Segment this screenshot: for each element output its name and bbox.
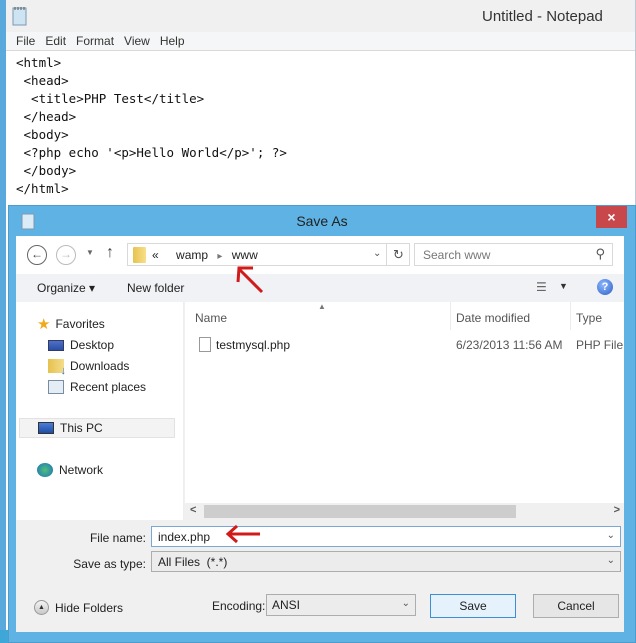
notepad-menu-bar: File Edit Format View Help	[6, 32, 635, 51]
help-icon[interactable]: ?	[597, 279, 613, 295]
menu-view[interactable]: View	[124, 32, 150, 50]
file-name-value: index.php	[158, 530, 211, 544]
chevron-down-icon[interactable]: ⌄	[607, 530, 615, 541]
nav-this-pc[interactable]: This PC	[19, 418, 175, 438]
notepad-icon	[12, 7, 27, 26]
save-as-type-label: Save as type:	[73, 557, 146, 571]
organize-button[interactable]: Organize ▾	[37, 281, 95, 295]
breadcrumb-separator-icon[interactable]: ▸	[217, 251, 222, 262]
nav-desktop-label: Desktop	[70, 338, 115, 352]
encoding-label: Encoding:	[212, 599, 266, 613]
menu-help[interactable]: Help	[160, 32, 185, 50]
scroll-left-icon[interactable]: <	[190, 504, 196, 516]
view-dropdown-icon[interactable]: ▼	[559, 281, 568, 291]
horizontal-scrollbar[interactable]: < >	[185, 503, 624, 520]
nav-downloads-label: Downloads	[70, 359, 130, 373]
hide-folders-label: Hide Folders	[55, 600, 124, 615]
nav-network[interactable]: Network	[37, 460, 103, 480]
new-folder-button[interactable]: New folder	[127, 281, 184, 295]
nav-desktop[interactable]: Desktop	[48, 335, 114, 355]
nav-favorites-label: Favorites	[55, 317, 105, 331]
save-as-type-value: All Files (*.*)	[158, 555, 228, 569]
notepad-text-area[interactable]: <html> <head> <title>PHP Test</title> </…	[16, 54, 287, 198]
desktop-icon	[48, 339, 64, 351]
dialog-toolbar: Organize ▾ New folder ☰ ▼ ?	[16, 274, 624, 302]
cancel-button[interactable]: Cancel	[533, 594, 619, 618]
column-header-name[interactable]: Name	[195, 311, 227, 325]
chevron-down-icon[interactable]: ⌄	[607, 555, 615, 566]
column-divider[interactable]	[570, 302, 571, 330]
file-list: ▲ Name Date modified Type testmysql.php …	[185, 302, 624, 520]
file-row[interactable]: testmysql.php 6/23/2013 11:56 AM PHP Fil…	[185, 334, 624, 356]
search-input[interactable]: Search www	[423, 248, 490, 262]
file-date: 6/23/2013 11:56 AM	[456, 338, 563, 352]
menu-file[interactable]: File	[16, 32, 35, 50]
dialog-title: Save As	[296, 213, 348, 229]
nav-recent-places[interactable]: Recent places	[48, 377, 146, 397]
scroll-right-icon[interactable]: >	[614, 504, 620, 516]
view-options-icon[interactable]: ☰	[536, 280, 547, 294]
address-bar[interactable]: « wamp ▸ www ⌄ ↻	[127, 243, 410, 266]
breadcrumb: « wamp ▸ www	[152, 248, 258, 262]
notepad-title: Untitled - Notepad	[482, 8, 603, 25]
recent-locations-dropdown-icon[interactable]: ▼	[86, 248, 94, 257]
nav-recent-label: Recent places	[70, 380, 147, 394]
refresh-icon[interactable]: ↻	[386, 244, 410, 265]
forward-button[interactable]: →	[56, 245, 76, 265]
column-divider[interactable]	[450, 302, 451, 330]
breadcrumb-overflow[interactable]: «	[152, 248, 159, 262]
file-name-input[interactable]: index.php ⌄	[151, 526, 621, 547]
encoding-select[interactable]: ANSI ⌄	[266, 594, 416, 616]
close-button[interactable]: ×	[596, 206, 627, 228]
column-header-type[interactable]: Type	[576, 311, 602, 325]
back-button[interactable]: ←	[27, 245, 47, 265]
file-name: testmysql.php	[216, 338, 291, 352]
breadcrumb-wamp[interactable]: wamp	[176, 248, 208, 262]
column-header-date[interactable]: Date modified	[456, 311, 530, 325]
save-as-type-select[interactable]: All Files (*.*) ⌄	[151, 551, 621, 572]
navigation-bar: ← → ▼ ↑ « wamp ▸ www ⌄ ↻ Search www ⚲	[16, 236, 624, 274]
collapse-icon: ▲	[34, 600, 49, 615]
search-icon[interactable]: ⚲	[595, 246, 605, 262]
nav-this-pc-label: This PC	[60, 421, 103, 435]
nav-favorites[interactable]: ★ Favorites	[37, 314, 105, 334]
computer-icon	[38, 422, 54, 434]
file-type: PHP File	[576, 338, 624, 352]
downloads-icon	[48, 359, 66, 377]
file-name-label: File name:	[89, 531, 146, 545]
folder-icon	[133, 247, 146, 263]
chevron-down-icon[interactable]: ⌄	[402, 598, 410, 609]
dialog-title-bar: Save As ×	[9, 206, 635, 236]
nav-network-label: Network	[59, 463, 104, 477]
menu-format[interactable]: Format	[76, 32, 114, 50]
breadcrumb-www[interactable]: www	[232, 248, 258, 262]
address-dropdown-icon[interactable]: ⌄	[373, 248, 381, 259]
hide-folders-button[interactable]: ▲ Hide Folders	[34, 600, 123, 615]
network-icon	[37, 463, 53, 477]
nav-downloads[interactable]: Downloads	[48, 356, 130, 377]
sort-ascending-icon: ▲	[318, 302, 326, 311]
encoding-value: ANSI	[272, 598, 301, 612]
file-icon	[199, 337, 211, 352]
star-icon: ★	[37, 316, 51, 333]
navigation-pane: ★ Favorites Desktop Downloads Recent pla…	[16, 302, 184, 520]
scrollbar-thumb[interactable]	[204, 505, 516, 518]
menu-edit[interactable]: Edit	[45, 32, 66, 50]
dialog-body: ← → ▼ ↑ « wamp ▸ www ⌄ ↻ Search www ⚲ Or…	[16, 236, 624, 632]
search-box[interactable]: Search www ⚲	[414, 243, 613, 266]
save-button[interactable]: Save	[430, 594, 516, 618]
recent-places-icon	[48, 380, 64, 394]
notepad-title-bar: Untitled - Notepad	[6, 0, 635, 32]
up-arrow-icon[interactable]: ↑	[106, 244, 114, 262]
save-as-dialog: Save As × ← → ▼ ↑ « wamp ▸ www ⌄ ↻ Searc…	[8, 205, 636, 643]
